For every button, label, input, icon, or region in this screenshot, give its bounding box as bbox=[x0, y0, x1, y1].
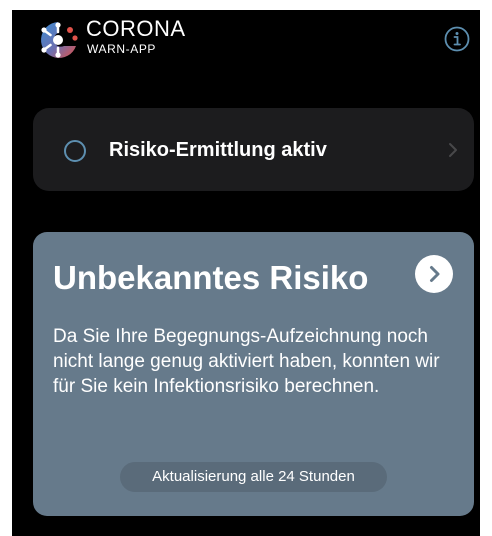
corona-virus-logo-icon bbox=[41, 22, 78, 58]
risk-description: Da Sie Ihre Begegnungs-Aufzeichnung noch… bbox=[53, 326, 440, 397]
circle-status-icon bbox=[64, 140, 86, 162]
app-title: CORONA bbox=[86, 16, 186, 41]
app-subtitle: WARN-APP bbox=[87, 42, 157, 56]
update-interval-badge: Aktualisierung alle 24 Stunden bbox=[120, 462, 387, 492]
tracking-status-card[interactable]: Risiko-Ermittlung aktiv bbox=[33, 108, 474, 191]
tracking-status-label: Risiko-Ermittlung aktiv bbox=[109, 139, 327, 161]
info-icon[interactable] bbox=[444, 26, 470, 52]
app-screen: CORONA WARN-APP Risiko-Ermittlung aktiv … bbox=[12, 10, 480, 536]
chevron-right-icon bbox=[449, 143, 457, 157]
risk-card[interactable]: Unbekanntes Risiko Da Sie Ihre Begegnung… bbox=[33, 232, 474, 516]
risk-title: Unbekanntes Risiko bbox=[53, 259, 369, 296]
chevron-right-circle-icon[interactable] bbox=[415, 255, 453, 293]
